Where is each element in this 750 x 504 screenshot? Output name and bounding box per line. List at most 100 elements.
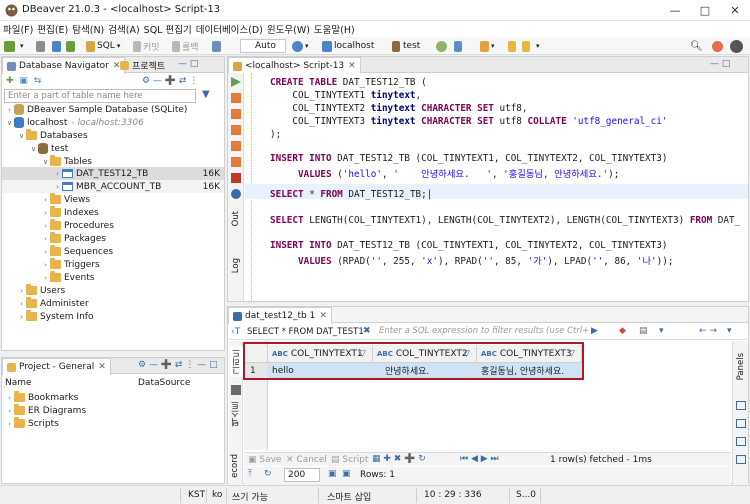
collapse-all-icon[interactable]: — xyxy=(149,360,158,370)
close-button[interactable]: ✕ xyxy=(720,0,750,21)
menu-file[interactable]: 파일(F) xyxy=(3,22,37,36)
new-connection-icon[interactable] xyxy=(4,39,15,53)
expand-icon[interactable]: ➕ xyxy=(165,76,176,86)
results-menu-icon[interactable]: ▾ xyxy=(727,326,732,336)
transaction-mode-icon[interactable] xyxy=(212,39,221,53)
transaction-mode-field[interactable]: Auto xyxy=(240,39,286,53)
new-connection-dropdown-icon[interactable]: ▾ xyxy=(20,39,24,53)
tree-item-packages[interactable]: › Packages xyxy=(41,232,106,245)
filter-clear-icon[interactable]: ◆ xyxy=(619,326,626,336)
execute-new-tab-icon[interactable] xyxy=(231,109,241,119)
save-script-icon[interactable] xyxy=(231,157,241,167)
perspective-icon[interactable] xyxy=(712,39,723,53)
tree-item-test[interactable]: ∨ test xyxy=(29,142,68,155)
link-icon[interactable]: ⇆ xyxy=(34,76,42,86)
tree-item-mbr-account-tb[interactable]: › MBR_ACCOUNT_TB 16K xyxy=(2,180,224,193)
output-side-tab[interactable]: Out xyxy=(231,211,241,226)
link-editor-icon[interactable]: ⇄ xyxy=(175,360,183,370)
avatar[interactable] xyxy=(730,39,743,53)
execute-statement-icon[interactable] xyxy=(231,77,241,87)
expand-filter-icon[interactable]: ✖ xyxy=(363,326,371,336)
grid-view-icon[interactable] xyxy=(231,385,241,395)
search-icon[interactable]: 🔍︎ xyxy=(690,39,703,53)
invalidate-icon[interactable] xyxy=(66,39,75,53)
filter-apply-icon[interactable]: ▶ xyxy=(591,326,598,336)
export-icon[interactable]: ⤒ xyxy=(248,469,252,479)
back-icon[interactable] xyxy=(508,39,516,53)
table-filter-input[interactable]: Enter a part of table name here xyxy=(4,89,196,103)
forward-icon[interactable] xyxy=(522,39,530,53)
close-icon[interactable]: ✕ xyxy=(98,362,106,372)
tree-item-sequences[interactable]: › Sequences xyxy=(41,245,113,258)
tree-item-procedures[interactable]: › Procedures xyxy=(41,219,114,232)
save-button[interactable]: ▣ Save xyxy=(248,455,281,465)
panel-metadata-icon[interactable] xyxy=(736,419,746,428)
collapse-icon[interactable]: ▣ xyxy=(19,76,28,86)
minimize-icon[interactable]: — xyxy=(197,360,206,370)
tab-database-navigator[interactable]: Database Navigator ✕ xyxy=(2,57,126,74)
result-navigation-icon[interactable]: ← → xyxy=(699,326,717,336)
settings-icon[interactable]: ⚙ xyxy=(142,76,150,86)
results-filter-input[interactable]: Enter a SQL expression to filter results… xyxy=(377,326,589,339)
tree-item-databases[interactable]: ∨ Databases xyxy=(17,129,88,142)
execute-script-icon[interactable] xyxy=(231,93,241,103)
load-script-icon[interactable] xyxy=(231,141,241,151)
menu-icon[interactable]: ⋮ xyxy=(185,360,194,370)
commit-button[interactable]: 커밋 xyxy=(133,39,160,53)
navigator-view-menu-icon[interactable]: — □ xyxy=(178,59,198,69)
format-icon[interactable] xyxy=(454,39,462,53)
grid-view-tab[interactable]: 그리드 xyxy=(230,347,244,377)
tree-item-system-info[interactable]: › System Info xyxy=(17,310,93,323)
project-item-er-diagrams[interactable]: › ER Diagrams xyxy=(5,404,86,417)
script-button[interactable]: ▤ Script xyxy=(331,455,368,465)
tree-item-triggers[interactable]: › Triggers xyxy=(41,258,100,271)
panel-calc-icon[interactable] xyxy=(736,437,746,446)
rollback-button[interactable]: 롤백 xyxy=(172,39,199,53)
menu-navigate[interactable]: 탐색(N) xyxy=(72,22,108,36)
settings-icon[interactable]: ⚙ xyxy=(138,360,146,370)
menu-icon[interactable]: ⋮ xyxy=(189,76,198,86)
maximize-icon[interactable]: □ xyxy=(209,360,218,370)
connect-icon[interactable] xyxy=(36,39,45,53)
tab-project-general[interactable]: Project - General ✕ xyxy=(2,358,111,375)
active-connection-selector[interactable]: localhost xyxy=(322,39,374,53)
panel-value-icon[interactable] xyxy=(736,401,746,410)
explain-plan-icon[interactable] xyxy=(231,125,241,135)
navigate-dropdown-icon[interactable]: ▾ xyxy=(536,39,540,53)
filter-history-icon[interactable]: ▤ xyxy=(639,326,648,336)
tab-project[interactable]: 프로젝트 xyxy=(120,59,165,72)
fetch-size-input[interactable]: 200 xyxy=(284,468,320,482)
fetch-all-icon[interactable]: ▣ xyxy=(342,469,351,479)
tree-item-dat-test12-tb[interactable]: › DAT_TEST12_TB 16K xyxy=(2,167,224,180)
filter-icon[interactable]: ▼ xyxy=(202,89,210,100)
maximize-button[interactable]: □ xyxy=(690,0,720,21)
expand-icon[interactable]: ➕ xyxy=(161,360,172,370)
close-icon[interactable]: ✕ xyxy=(319,311,327,321)
tree-item-sample-db[interactable]: › DBeaver Sample Database (SQLite) xyxy=(5,103,187,116)
tab-script-13[interactable]: <localhost> Script-13 ✕ xyxy=(228,57,361,74)
minimize-button[interactable]: — xyxy=(660,0,690,21)
log-side-tab[interactable]: Log xyxy=(231,258,241,273)
active-schema-selector[interactable]: test xyxy=(392,39,420,53)
zoom-icon[interactable] xyxy=(436,39,447,53)
menu-database[interactable]: 데이터베이스(D) xyxy=(196,22,267,36)
settings-icon[interactable] xyxy=(231,189,241,199)
disconnect-icon[interactable] xyxy=(52,39,61,53)
tree-item-indexes[interactable]: › Indexes xyxy=(41,206,99,219)
tools-icon[interactable]: ▾ xyxy=(480,39,495,53)
record-view-tab[interactable]: ecord xyxy=(230,454,240,478)
panels-tab[interactable]: Panels xyxy=(736,353,746,380)
editor-window-controls[interactable]: — □ xyxy=(710,59,730,69)
text-view-tab[interactable]: 텍스트 xyxy=(230,401,242,427)
tab-results[interactable]: dat_test12_tb 1 ✕ xyxy=(228,307,332,324)
menu-sql-editor[interactable]: SQL 편집기 xyxy=(144,22,196,36)
menu-help[interactable]: 도움말(H) xyxy=(314,22,359,36)
menu-window[interactable]: 윈도우(W) xyxy=(267,22,314,36)
stop-icon[interactable] xyxy=(231,173,241,183)
history-icon[interactable]: ▾ xyxy=(292,39,309,53)
menu-search[interactable]: 검색(A) xyxy=(108,22,143,36)
row-edit-icons[interactable]: ▦ ✚ ✖ ➕ ↻ xyxy=(372,454,426,464)
new-connection-icon[interactable]: ✚ xyxy=(6,76,14,86)
tree-item-views[interactable]: › Views xyxy=(41,193,90,206)
fetch-next-icon[interactable]: ▣ xyxy=(328,469,337,479)
